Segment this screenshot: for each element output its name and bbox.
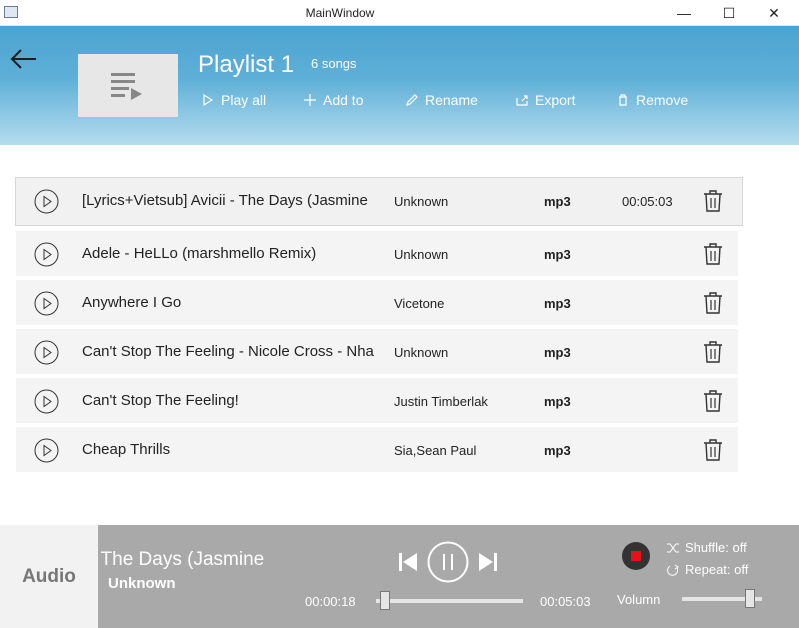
play-circle-icon[interactable] <box>34 189 59 214</box>
now-playing-artist: Unknown <box>108 575 176 592</box>
repeat-icon <box>667 564 679 576</box>
song-title: Can't Stop The Feeling! <box>82 392 239 409</box>
song-format: mp3 <box>544 194 571 209</box>
trash-icon[interactable] <box>702 291 724 315</box>
song-format: mp3 <box>544 443 571 458</box>
volume-label: Volumn <box>617 592 661 607</box>
song-title: Anywhere I Go <box>82 294 182 311</box>
song-title: [Lyrics+Vietsub] Avicii - The Days (Jasm… <box>82 192 368 209</box>
elapsed-time: 00:00:18 <box>305 594 356 609</box>
trash-icon[interactable] <box>702 438 724 462</box>
minimize-button[interactable]: — <box>661 0 707 26</box>
export-label: Export <box>535 92 576 108</box>
song-format: mp3 <box>544 296 571 311</box>
play-circle-icon[interactable] <box>34 291 59 316</box>
export-icon <box>516 95 528 106</box>
song-title: Adele - HeLLo (marshmello Remix) <box>82 245 317 262</box>
song-title: Cheap Thrills <box>82 441 171 458</box>
add-to-button[interactable]: Add to <box>303 92 363 108</box>
playlist-header: Playlist 1 6 songs Play all Add to Renam… <box>0 26 799 145</box>
play-all-label: Play all <box>221 92 267 108</box>
next-icon[interactable] <box>477 551 499 573</box>
plus-icon <box>304 94 316 106</box>
song-count: 6 songs <box>311 56 357 71</box>
playlist-thumbnail <box>78 54 178 117</box>
rename-label: Rename <box>425 92 478 108</box>
rename-button[interactable]: Rename <box>405 92 478 108</box>
song-artist: Vicetone <box>394 296 445 311</box>
trash-icon[interactable] <box>702 340 724 364</box>
media-type-tile: Audio <box>0 525 98 628</box>
song-format: mp3 <box>544 345 571 360</box>
player-bar: Audio Avicii - The Days (Jasmine Unknown… <box>0 525 799 628</box>
play-all-button[interactable]: Play all <box>201 92 266 108</box>
song-row[interactable]: [Lyrics+Vietsub] Avicii - The Days (Jasm… <box>15 177 743 226</box>
arrow-left-icon <box>10 49 36 69</box>
song-artist: Unknown <box>394 247 449 262</box>
title-bar: MainWindow — ☐ ✕ <box>0 0 799 26</box>
pause-button[interactable] <box>427 541 469 583</box>
trash-icon[interactable] <box>702 242 724 266</box>
seek-slider-thumb[interactable] <box>379 591 390 610</box>
playlist-title: Playlist 1 <box>198 51 295 78</box>
maximize-button[interactable]: ☐ <box>706 0 752 26</box>
song-format: mp3 <box>544 394 571 409</box>
song-format: mp3 <box>544 247 571 262</box>
shuffle-toggle[interactable]: Shuffle: off <box>666 540 747 555</box>
add-to-label: Add to <box>323 92 364 108</box>
play-circle-icon[interactable] <box>34 242 59 267</box>
export-button[interactable]: Export <box>515 92 575 108</box>
repeat-label: Repeat: off <box>685 562 749 577</box>
shuffle-label: Shuffle: off <box>685 540 747 555</box>
trash-icon[interactable] <box>702 189 724 213</box>
close-button[interactable]: ✕ <box>751 0 797 26</box>
trash-icon <box>619 94 627 106</box>
seek-slider[interactable] <box>376 599 523 603</box>
remove-label: Remove <box>636 92 689 108</box>
playlist-icon <box>111 72 142 100</box>
now-playing-title: Avicii - The Days (Jasmine <box>98 549 265 570</box>
song-artist: Unknown <box>394 194 449 209</box>
play-circle-icon[interactable] <box>34 340 59 365</box>
play-circle-icon[interactable] <box>34 389 59 414</box>
repeat-toggle[interactable]: Repeat: off <box>666 562 748 577</box>
record-button[interactable] <box>622 542 650 570</box>
song-artist: Unknown <box>394 345 449 360</box>
shuffle-icon <box>667 543 679 552</box>
previous-icon[interactable] <box>397 551 419 573</box>
pencil-icon <box>406 94 418 106</box>
total-time: 00:05:03 <box>540 594 591 609</box>
remove-button[interactable]: Remove <box>616 92 688 108</box>
back-button[interactable] <box>8 46 40 72</box>
trash-icon[interactable] <box>702 389 724 413</box>
song-row[interactable]: Anywhere I Go Vicetone mp3 <box>16 280 738 325</box>
now-playing-title-clip: Avicii - The Days (Jasmine <box>98 549 288 575</box>
volume-slider-thumb[interactable] <box>745 589 755 608</box>
song-duration: 00:05:03 <box>622 194 673 209</box>
window-title: MainWindow <box>305 6 375 20</box>
song-artist: Justin Timberlak <box>394 394 488 409</box>
play-circle-icon[interactable] <box>34 438 59 463</box>
song-row[interactable]: Adele - HeLLo (marshmello Remix) Unknown… <box>16 231 738 276</box>
song-row[interactable]: Can't Stop The Feeling! Justin Timberlak… <box>16 378 738 423</box>
song-title: Can't Stop The Feeling - Nicole Cross - … <box>82 343 374 360</box>
record-icon <box>631 551 641 561</box>
song-row[interactable]: Cheap Thrills Sia,Sean Paul mp3 <box>16 427 738 472</box>
song-artist: Sia,Sean Paul <box>394 443 477 458</box>
song-row[interactable]: Can't Stop The Feeling - Nicole Cross - … <box>16 329 738 374</box>
play-icon <box>203 93 214 107</box>
